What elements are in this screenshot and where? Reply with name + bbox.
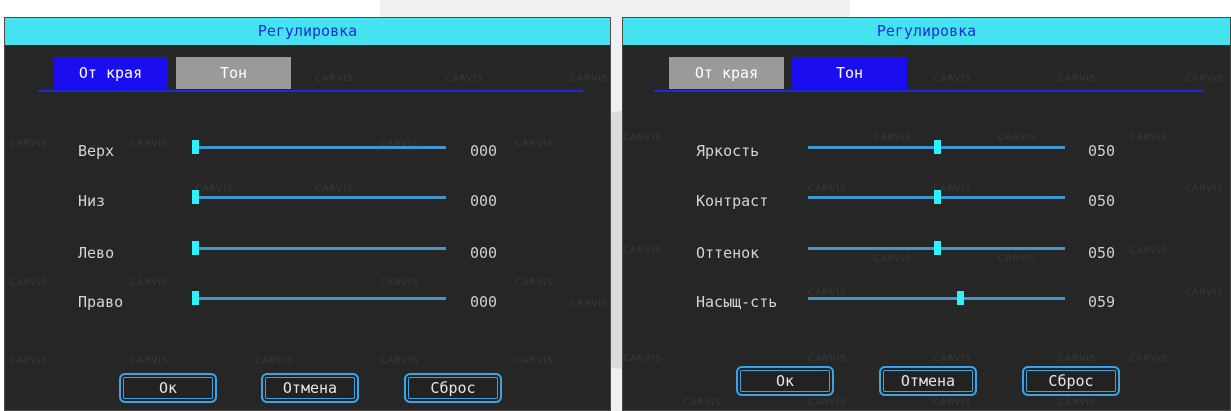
watermark: CARVIS bbox=[515, 356, 554, 366]
watermark: CARVIS bbox=[130, 356, 169, 366]
watermark: CARVIS bbox=[1129, 133, 1168, 143]
slider-bottom[interactable] bbox=[192, 190, 446, 204]
ok-button[interactable]: Ок bbox=[119, 373, 217, 403]
tab-edge[interactable]: От края bbox=[53, 57, 168, 89]
row-label-saturation: Насыщ-сть bbox=[696, 293, 778, 311]
row-value-hue: 050 bbox=[1088, 244, 1116, 262]
slider-contrast[interactable] bbox=[808, 190, 1065, 204]
ok-button[interactable]: Ок bbox=[736, 366, 834, 396]
watermark: CARVIS bbox=[1058, 398, 1097, 408]
watermark: CARVIS bbox=[623, 246, 662, 256]
watermark: CARVIS bbox=[255, 356, 294, 366]
watermark: CARVIS bbox=[998, 133, 1037, 143]
watermark: CARVIS bbox=[808, 398, 847, 408]
watermark: CARVIS bbox=[1058, 354, 1097, 364]
row-label-hue: Оттенок bbox=[696, 244, 760, 262]
watermark: CARVIS bbox=[873, 254, 912, 264]
slider-top[interactable] bbox=[192, 140, 446, 154]
watermark: CARVIS bbox=[683, 398, 722, 408]
watermark: CARVIS bbox=[445, 74, 484, 84]
watermark: CARVIS bbox=[808, 354, 847, 364]
slider-left[interactable] bbox=[192, 241, 446, 255]
watermark: CARVIS bbox=[933, 354, 972, 364]
watermark: CARVIS bbox=[515, 278, 554, 288]
reset-button[interactable]: Сброс bbox=[1022, 366, 1120, 396]
tab-tone[interactable]: Тон bbox=[176, 57, 291, 89]
slider-brightness[interactable] bbox=[808, 140, 1065, 154]
row-value-left: 000 bbox=[470, 244, 498, 262]
row-value-brightness: 050 bbox=[1088, 142, 1116, 160]
tab-edge[interactable]: От края bbox=[669, 57, 784, 89]
tab-tone[interactable]: Тон bbox=[792, 57, 907, 89]
watermark: CARVIS bbox=[1185, 74, 1224, 84]
slider-thumb[interactable] bbox=[192, 291, 199, 305]
slider-thumb[interactable] bbox=[934, 241, 941, 255]
slider-thumb[interactable] bbox=[934, 140, 941, 154]
watermark: CARVIS bbox=[1129, 246, 1168, 256]
slider-thumb[interactable] bbox=[192, 140, 199, 154]
watermark: CARVIS bbox=[623, 354, 662, 364]
watermark: CARVIS bbox=[9, 278, 48, 288]
watermark: CARVIS bbox=[130, 139, 169, 149]
row-label-contrast: Контраст bbox=[696, 192, 769, 210]
watermark: CARVIS bbox=[623, 133, 662, 143]
slider-thumb[interactable] bbox=[192, 241, 199, 255]
tab-underline bbox=[38, 90, 583, 92]
row-label-bottom: Низ bbox=[78, 192, 106, 210]
cancel-button[interactable]: Отмена bbox=[879, 366, 977, 396]
watermark: CARVIS bbox=[933, 74, 972, 84]
watermark: CARVIS bbox=[1058, 74, 1097, 84]
slider-saturation[interactable] bbox=[808, 291, 1065, 305]
reset-button[interactable]: Сброс bbox=[404, 373, 502, 403]
slider-thumb[interactable] bbox=[192, 190, 199, 204]
slider-thumb[interactable] bbox=[957, 291, 964, 305]
watermark: CARVIS bbox=[130, 278, 169, 288]
panel-title: Регулировка bbox=[5, 18, 610, 45]
watermark: CARVIS bbox=[9, 356, 48, 366]
row-value-contrast: 050 bbox=[1088, 192, 1116, 210]
watermark: CARVIS bbox=[315, 184, 354, 194]
watermark: CARVIS bbox=[570, 299, 609, 309]
row-label-left: Лево bbox=[78, 244, 115, 262]
adjustment-panel-edge: Регулировка CARVIS CARVIS CARVIS CARVIS … bbox=[4, 17, 611, 411]
slider-right[interactable] bbox=[192, 291, 446, 305]
tab-underline bbox=[654, 90, 1204, 92]
row-label-right: Право bbox=[78, 293, 124, 311]
slider-hue[interactable] bbox=[808, 241, 1065, 255]
watermark: CARVIS bbox=[9, 139, 48, 149]
watermark: CARVIS bbox=[1185, 288, 1224, 298]
row-value-saturation: 059 bbox=[1088, 293, 1116, 311]
panel-title: Регулировка bbox=[623, 18, 1230, 45]
watermark: CARVIS bbox=[195, 184, 234, 194]
watermark: CARVIS bbox=[933, 398, 972, 408]
cancel-button[interactable]: Отмена bbox=[261, 373, 359, 403]
row-value-top: 000 bbox=[470, 142, 498, 160]
watermark: CARVIS bbox=[380, 278, 419, 288]
row-value-right: 000 bbox=[470, 293, 498, 311]
row-label-top: Верх bbox=[78, 142, 115, 160]
watermark: CARVIS bbox=[1129, 354, 1168, 364]
row-label-brightness: Яркость bbox=[696, 142, 760, 160]
watermark: CARVIS bbox=[1185, 184, 1224, 194]
watermark: CARVIS bbox=[380, 356, 419, 366]
watermark: CARVIS bbox=[873, 133, 912, 143]
row-value-bottom: 000 bbox=[470, 192, 498, 210]
watermark: CARVIS bbox=[570, 74, 609, 84]
watermark: CARVIS bbox=[315, 74, 354, 84]
watermark: CARVIS bbox=[808, 184, 847, 194]
watermark: CARVIS bbox=[515, 139, 554, 149]
slider-thumb[interactable] bbox=[934, 190, 941, 204]
adjustment-panel-tone: Регулировка CARVIS CARVIS CARVIS CARVIS … bbox=[622, 17, 1231, 411]
watermark: CARVIS bbox=[998, 254, 1037, 264]
